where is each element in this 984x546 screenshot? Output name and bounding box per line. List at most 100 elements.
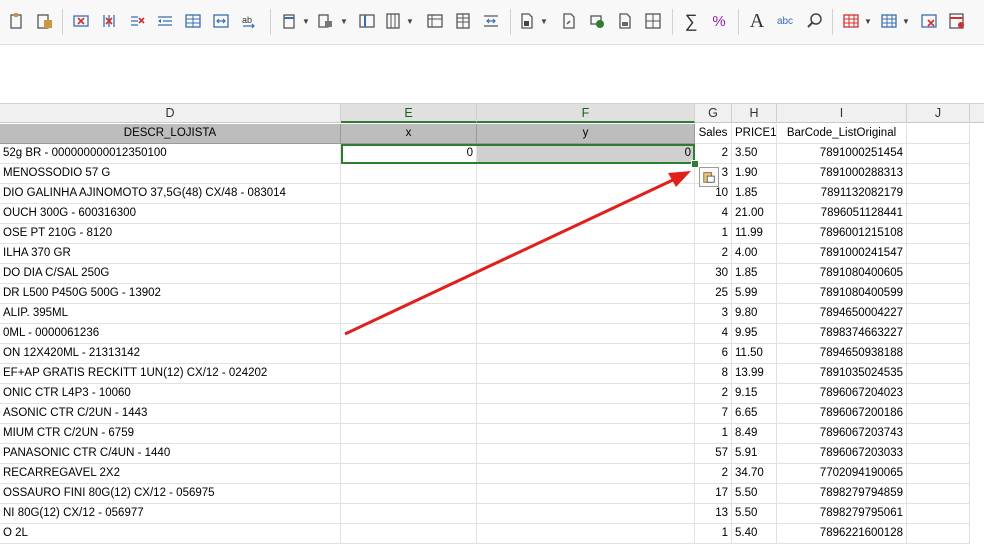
selected-cell-f[interactable]: 0	[477, 144, 695, 164]
sales-cell[interactable]: 8	[695, 364, 732, 384]
x-cell[interactable]	[341, 444, 477, 464]
empty-cell[interactable]	[907, 184, 970, 204]
header-cell-price[interactable]: PRICE1	[732, 124, 777, 144]
price-cell[interactable]: 1.90	[732, 164, 777, 184]
barcode-cell[interactable]: 7898279795061	[777, 504, 907, 524]
sales-cell[interactable]: 30	[695, 264, 732, 284]
clear-format-icon[interactable]	[918, 10, 940, 32]
x-cell[interactable]	[341, 524, 477, 544]
barcode-cell[interactable]: 7894650938188	[777, 344, 907, 364]
x-cell[interactable]	[341, 364, 477, 384]
freeze-icon[interactable]	[356, 10, 378, 32]
price-cell[interactable]: 9.95	[732, 324, 777, 344]
x-cell[interactable]	[341, 484, 477, 504]
price-cell[interactable]: 5.91	[732, 444, 777, 464]
fill-handle[interactable]	[691, 160, 699, 168]
y-cell[interactable]	[477, 484, 695, 504]
group-icon[interactable]	[558, 10, 580, 32]
descr-cell[interactable]: O 2L	[0, 524, 341, 544]
empty-cell[interactable]	[907, 504, 970, 524]
sales-cell[interactable]: 25	[695, 284, 732, 304]
delete-columns-icon[interactable]	[70, 10, 92, 32]
sales-cell[interactable]: 2	[695, 244, 732, 264]
conditional-format-icon[interactable]	[840, 10, 862, 32]
font-icon[interactable]: A	[746, 10, 768, 32]
find-icon[interactable]	[804, 10, 826, 32]
descr-cell[interactable]: OSSAURO FINI 80G(12) CX/12 - 056975	[0, 484, 341, 504]
y-cell[interactable]	[477, 424, 695, 444]
price-cell[interactable]: 9.80	[732, 304, 777, 324]
sales-cell[interactable]: 6	[695, 344, 732, 364]
y-cell[interactable]	[477, 204, 695, 224]
merge-icon[interactable]	[210, 10, 232, 32]
insert-row-icon[interactable]	[314, 10, 336, 32]
price-cell[interactable]: 5.50	[732, 504, 777, 524]
descr-cell[interactable]: ONIC CTR L4P3 - 10060	[0, 384, 341, 404]
sales-cell[interactable]: 2	[695, 384, 732, 404]
header-cell-y[interactable]: y	[477, 124, 695, 144]
y-cell[interactable]	[477, 464, 695, 484]
y-cell[interactable]	[477, 244, 695, 264]
format-cells-icon[interactable]	[182, 10, 204, 32]
barcode-cell[interactable]: 7891132082179	[777, 184, 907, 204]
descr-cell[interactable]: 52g BR - 000000000012350100	[0, 144, 341, 164]
percent-icon[interactable]: %	[708, 10, 730, 32]
price-cell[interactable]: 5.40	[732, 524, 777, 544]
empty-cell[interactable]	[907, 284, 970, 304]
descr-cell[interactable]: 0ML - 0000061236	[0, 324, 341, 344]
x-cell[interactable]	[341, 424, 477, 444]
price-cell[interactable]: 1.85	[732, 264, 777, 284]
y-cell[interactable]	[477, 344, 695, 364]
x-cell[interactable]	[341, 404, 477, 424]
price-cell[interactable]: 11.99	[732, 224, 777, 244]
empty-cell[interactable]	[907, 144, 970, 164]
column-header-d[interactable]: D	[0, 104, 341, 123]
x-cell[interactable]	[341, 304, 477, 324]
chart-icon[interactable]	[516, 10, 538, 32]
insert-column-icon[interactable]	[278, 10, 300, 32]
x-cell[interactable]	[341, 384, 477, 404]
descr-cell[interactable]: ON 12X420ML - 21313142	[0, 344, 341, 364]
empty-cell[interactable]	[907, 204, 970, 224]
delete-rows-icon[interactable]	[98, 10, 120, 32]
empty-cell[interactable]	[907, 164, 970, 184]
sales-cell[interactable]: 13	[695, 504, 732, 524]
x-cell[interactable]	[341, 324, 477, 344]
column-header-h[interactable]: H	[732, 104, 777, 123]
descr-cell[interactable]: RECARREGAVEL 2X2	[0, 464, 341, 484]
chevron-down-icon[interactable]: ▼	[902, 17, 910, 26]
y-cell[interactable]	[477, 444, 695, 464]
indent-icon[interactable]	[154, 10, 176, 32]
y-cell[interactable]	[477, 184, 695, 204]
empty-cell[interactable]	[907, 224, 970, 244]
x-cell[interactable]	[341, 344, 477, 364]
descr-cell[interactable]: OUCH 300G - 600316300	[0, 204, 341, 224]
x-cell[interactable]	[341, 164, 477, 184]
column-header-g[interactable]: G	[695, 104, 732, 123]
column-header-k[interactable]	[970, 104, 984, 123]
descr-cell[interactable]: MIUM CTR C/2UN - 6759	[0, 424, 341, 444]
y-cell[interactable]	[477, 164, 695, 184]
descr-cell[interactable]: DR L500 P450G 500G - 13902	[0, 284, 341, 304]
price-cell[interactable]: 8.49	[732, 424, 777, 444]
empty-cell[interactable]	[907, 344, 970, 364]
descr-cell[interactable]: MENOSSODIO 57 G	[0, 164, 341, 184]
sales-cell[interactable]: 2	[695, 464, 732, 484]
autofilter-icon[interactable]	[452, 10, 474, 32]
empty-cell[interactable]	[907, 304, 970, 324]
sales-cell[interactable]: 17	[695, 484, 732, 504]
price-cell[interactable]: 5.99	[732, 284, 777, 304]
sales-cell[interactable]: 4	[695, 324, 732, 344]
empty-cell[interactable]	[907, 484, 970, 504]
table-icon[interactable]	[382, 10, 404, 32]
price-cell[interactable]: 6.65	[732, 404, 777, 424]
chevron-down-icon[interactable]: ▼	[302, 17, 310, 26]
barcode-cell[interactable]: 7894650004227	[777, 304, 907, 324]
empty-cell[interactable]	[907, 424, 970, 444]
empty-cell[interactable]	[907, 444, 970, 464]
price-cell[interactable]: 4.00	[732, 244, 777, 264]
empty-cell[interactable]	[907, 384, 970, 404]
barcode-cell[interactable]: 7896067203743	[777, 424, 907, 444]
empty-cell[interactable]	[907, 524, 970, 544]
empty-cell[interactable]	[907, 364, 970, 384]
